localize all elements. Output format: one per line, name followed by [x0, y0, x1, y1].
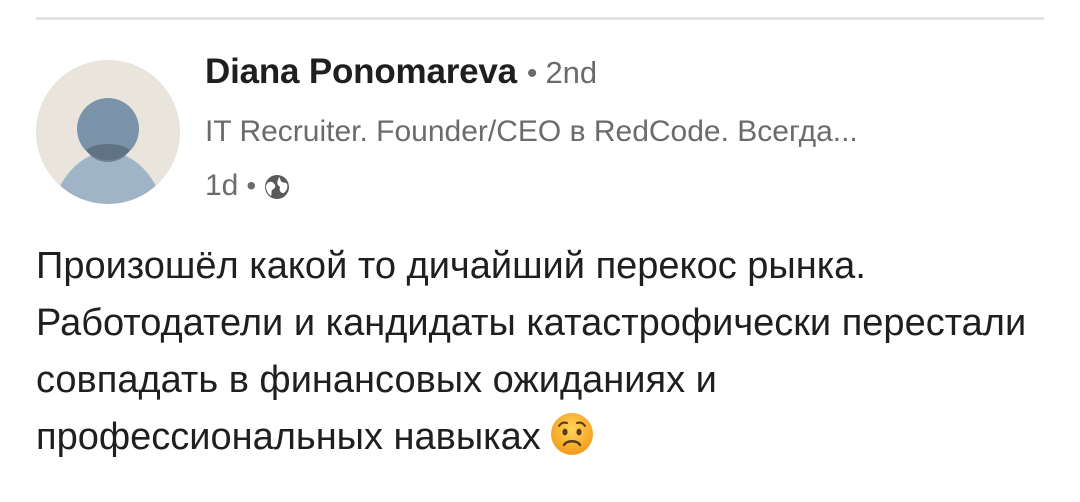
- author-name[interactable]: Diana Ponomareva: [205, 52, 517, 92]
- worried-face-emoji-icon: [549, 411, 595, 457]
- separator-dot: •: [526, 57, 538, 90]
- separator-dot: •: [246, 170, 257, 201]
- author-headline: IT Recruiter. Founder/CEO в RedCode. Все…: [205, 115, 858, 148]
- post-body-text: Произошёл какой то дичайший перекос рынк…: [36, 245, 1027, 458]
- post-timestamp: 1d: [205, 169, 239, 202]
- author-line: Diana Ponomareva • 2nd: [205, 52, 597, 98]
- post-body: Произошёл какой то дичайший перекос рынк…: [36, 238, 1046, 466]
- post-meta: 1d •: [205, 166, 291, 206]
- author-avatar[interactable]: [36, 60, 180, 204]
- top-divider: [36, 17, 1044, 20]
- default-person-avatar-icon: [36, 60, 180, 204]
- connection-degree: 2nd: [545, 55, 598, 90]
- globe-icon: [263, 173, 291, 201]
